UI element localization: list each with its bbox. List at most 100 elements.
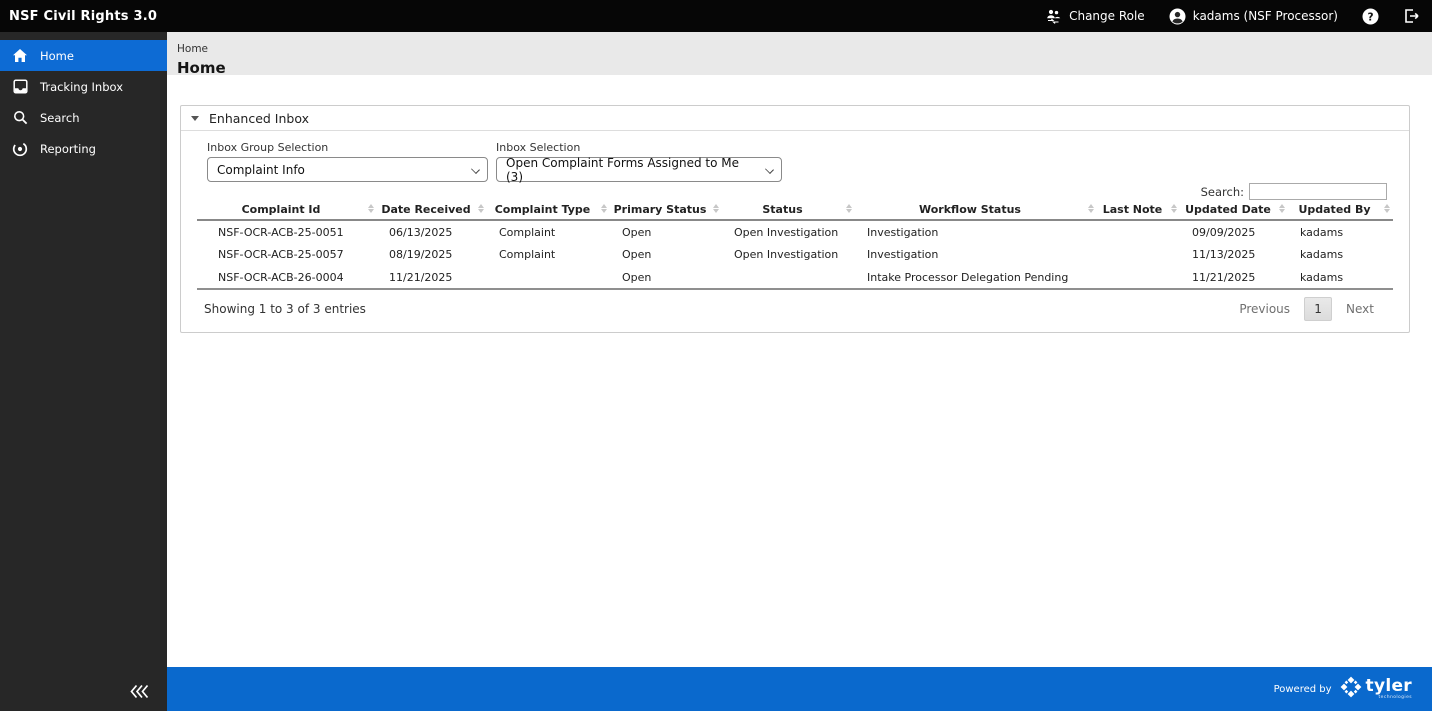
cell-status: Open Investigation: [722, 220, 855, 243]
cell-updated-date: 09/09/2025: [1180, 220, 1288, 243]
user-label: kadams (NSF Processor): [1193, 9, 1338, 23]
inbox-group-select[interactable]: Complaint Info: [207, 157, 488, 182]
table-row[interactable]: NSF-OCR-ACB-25-0051 06/13/2025 Complaint…: [197, 220, 1393, 243]
col-status[interactable]: Status: [722, 202, 855, 220]
cell-date-received: 11/21/2025: [377, 266, 487, 289]
sidebar-item-label: Home: [40, 49, 74, 63]
sort-icon: [713, 204, 719, 213]
page-title: Home: [177, 59, 1432, 77]
breadcrumb[interactable]: Home: [177, 43, 208, 55]
col-updated-date[interactable]: Updated Date: [1180, 202, 1288, 220]
main-area: Home Home Enhanced Inbox Inbox Group Sel…: [167, 32, 1432, 711]
page-1-button[interactable]: 1: [1304, 297, 1332, 321]
cell-complaint-id: NSF-OCR-ACB-25-0057: [197, 243, 377, 266]
sidebar-collapse-button[interactable]: [126, 680, 153, 707]
cell-primary-status: Open: [610, 243, 722, 266]
panel-title: Enhanced Inbox: [209, 111, 309, 126]
tyler-logo: tyler technologies: [1340, 676, 1412, 702]
cell-complaint-id: NSF-OCR-ACB-26-0004: [197, 266, 377, 289]
pagination: Previous 1 Next: [1237, 297, 1393, 321]
col-complaint-type[interactable]: Complaint Type: [487, 202, 610, 220]
table-row[interactable]: NSF-OCR-ACB-25-0057 08/19/2025 Complaint…: [197, 243, 1393, 266]
cell-complaint-id: NSF-OCR-ACB-25-0051: [197, 220, 377, 243]
cell-last-note: [1097, 243, 1180, 266]
cell-complaint-type: [487, 266, 610, 289]
entries-summary: Showing 1 to 3 of 3 entries: [204, 302, 366, 316]
change-role-label: Change Role: [1069, 9, 1145, 23]
cell-last-note: [1097, 220, 1180, 243]
inbox-selection-value: Open Complaint Forms Assigned to Me (3): [506, 156, 757, 184]
sidebar-item-label: Search: [40, 111, 80, 125]
col-updated-by[interactable]: Updated By: [1288, 202, 1393, 220]
table-row[interactable]: NSF-OCR-ACB-26-0004 11/21/2025 Open Inta…: [197, 266, 1393, 289]
home-icon: [0, 48, 40, 63]
top-bar: NSF Civil Rights 3.0 Change Role: [0, 0, 1432, 32]
sort-icon: [1088, 204, 1094, 213]
table-search-input[interactable]: [1249, 183, 1387, 200]
sort-icon: [368, 204, 374, 213]
cell-primary-status: Open: [610, 266, 722, 289]
enhanced-inbox-header[interactable]: Enhanced Inbox: [181, 106, 1409, 131]
cell-updated-by: kadams: [1288, 220, 1393, 243]
sort-icon: [601, 204, 607, 213]
sidebar: Home Tracking Inbox Search: [0, 32, 167, 711]
inbox-selection-select[interactable]: Open Complaint Forms Assigned to Me (3): [496, 157, 782, 182]
chevron-down-icon: [765, 165, 774, 174]
logout-icon: [1403, 8, 1420, 24]
sort-icon: [1171, 204, 1177, 213]
col-last-note[interactable]: Last Note: [1097, 202, 1180, 220]
collapse-chevrons-icon: [130, 684, 149, 703]
cell-updated-date: 11/21/2025: [1180, 266, 1288, 289]
cell-date-received: 06/13/2025: [377, 220, 487, 243]
cell-last-note: [1097, 266, 1180, 289]
cell-updated-by: kadams: [1288, 243, 1393, 266]
sort-icon: [846, 204, 852, 213]
cell-updated-date: 11/13/2025: [1180, 243, 1288, 266]
sidebar-item-tracking-inbox[interactable]: Tracking Inbox: [0, 71, 167, 102]
svg-text:?: ?: [1367, 11, 1373, 23]
chevron-down-icon: [471, 165, 480, 174]
search-icon: [0, 110, 40, 125]
cell-complaint-type: Complaint: [487, 220, 610, 243]
col-primary-status[interactable]: Primary Status: [610, 202, 722, 220]
sidebar-item-label: Tracking Inbox: [40, 80, 123, 94]
col-complaint-id[interactable]: Complaint Id: [197, 202, 377, 220]
sidebar-item-search[interactable]: Search: [0, 102, 167, 133]
breadcrumb-band: Home Home: [167, 32, 1432, 75]
sidebar-item-reporting[interactable]: Reporting: [0, 133, 167, 164]
previous-button[interactable]: Previous: [1237, 298, 1292, 320]
help-button[interactable]: ?: [1362, 8, 1379, 25]
user-menu[interactable]: kadams (NSF Processor): [1169, 8, 1338, 25]
caret-down-icon: [191, 116, 199, 121]
col-date-received[interactable]: Date Received: [377, 202, 487, 220]
next-button[interactable]: Next: [1344, 298, 1376, 320]
tyler-star-icon: [1340, 676, 1362, 702]
cell-workflow-status: Investigation: [855, 220, 1097, 243]
inbox-selection-label: Inbox Selection: [496, 141, 782, 154]
tyler-brand-name: tyler: [1366, 678, 1412, 695]
powered-by-label: Powered by: [1274, 684, 1332, 695]
tyler-brand-sub: technologies: [1379, 696, 1413, 701]
cell-date-received: 08/19/2025: [377, 243, 487, 266]
search-label: Search:: [1201, 185, 1244, 199]
inbox-icon: [0, 79, 40, 94]
change-role-button[interactable]: Change Role: [1045, 9, 1145, 24]
help-icon: ?: [1362, 8, 1379, 25]
account-circle-icon: [1169, 8, 1186, 25]
sidebar-item-label: Reporting: [40, 142, 96, 156]
cell-updated-by: kadams: [1288, 266, 1393, 289]
cell-status: Open Investigation: [722, 243, 855, 266]
footer-bar: Powered by tyler: [167, 667, 1432, 711]
cell-primary-status: Open: [610, 220, 722, 243]
sidebar-item-home[interactable]: Home: [0, 40, 167, 71]
sort-icon: [1279, 204, 1285, 213]
table-header-row: Complaint Id Date Received Complaint Typ…: [197, 202, 1393, 220]
col-workflow-status[interactable]: Workflow Status: [855, 202, 1097, 220]
app-title: NSF Civil Rights 3.0: [0, 9, 157, 24]
inbox-group-label: Inbox Group Selection: [207, 141, 488, 154]
inbox-table: Complaint Id Date Received Complaint Typ…: [197, 202, 1393, 290]
logout-button[interactable]: [1403, 8, 1420, 24]
people-swap-icon: [1045, 9, 1062, 24]
cell-complaint-type: Complaint: [487, 243, 610, 266]
enhanced-inbox-panel: Enhanced Inbox Inbox Group Selection Com…: [180, 105, 1410, 333]
